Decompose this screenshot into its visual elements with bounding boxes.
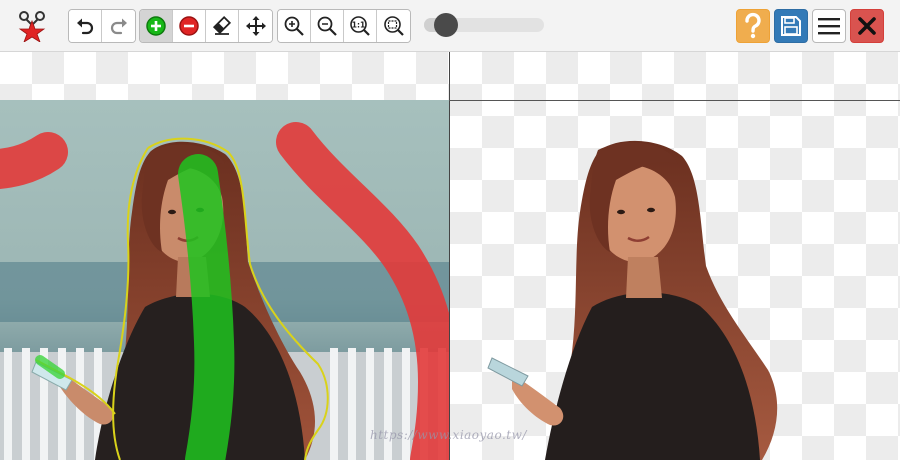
help-icon	[745, 12, 761, 39]
mark-remove-icon	[179, 16, 199, 36]
remove-marker-stroke-left	[0, 132, 68, 190]
actual-size-icon: 1:1	[350, 16, 370, 36]
actual-size-label: 1:1	[352, 20, 365, 29]
mark-keep-icon	[146, 16, 166, 36]
undo-button[interactable]	[69, 10, 102, 42]
watermark-text: https://www.xiaoyao.tw/	[370, 428, 527, 442]
keep-marker-stroke	[178, 154, 235, 460]
zoom-out-icon	[317, 16, 337, 36]
move-icon	[245, 16, 266, 36]
redo-button[interactable]	[102, 10, 135, 42]
history-group	[68, 9, 136, 43]
mark-keep-button[interactable]	[140, 10, 173, 42]
zoom-in-icon	[284, 16, 304, 36]
toolbar: 1:1	[0, 0, 900, 52]
zoom-fit-icon	[383, 16, 404, 36]
zoom-fit-button[interactable]	[377, 10, 410, 42]
source-image-canvas[interactable]	[0, 52, 449, 460]
mark-remove-button[interactable]	[173, 10, 206, 42]
background-remover-app: 1:1 https://www.xiaoyao.tw/	[0, 0, 900, 460]
actual-size-button[interactable]: 1:1	[344, 10, 377, 42]
close-icon	[858, 17, 876, 35]
menu-icon	[818, 18, 840, 35]
help-button[interactable]	[736, 9, 770, 43]
scissors-star-icon	[16, 10, 48, 43]
undo-icon	[77, 18, 94, 35]
menu-button[interactable]	[812, 9, 846, 43]
result-image-panel[interactable]	[450, 52, 900, 460]
move-button[interactable]	[239, 10, 272, 42]
save-icon	[781, 16, 801, 36]
result-horizontal-guide	[449, 100, 900, 101]
result-cutout	[487, 140, 778, 460]
redo-icon	[110, 18, 127, 35]
zoom-out-button[interactable]	[311, 10, 344, 42]
brush-size-slider[interactable]	[424, 13, 544, 37]
close-button[interactable]	[850, 9, 884, 43]
source-image-panel[interactable]	[0, 52, 449, 460]
eraser-button[interactable]	[206, 10, 239, 42]
edit-tools-group	[139, 9, 273, 43]
eraser-icon	[212, 15, 232, 35]
save-button[interactable]	[774, 9, 808, 43]
brush-size-thumb[interactable]	[433, 13, 458, 37]
zoom-in-button[interactable]	[278, 10, 311, 42]
zoom-tools-group: 1:1	[277, 9, 411, 43]
result-image-canvas	[487, 140, 778, 460]
